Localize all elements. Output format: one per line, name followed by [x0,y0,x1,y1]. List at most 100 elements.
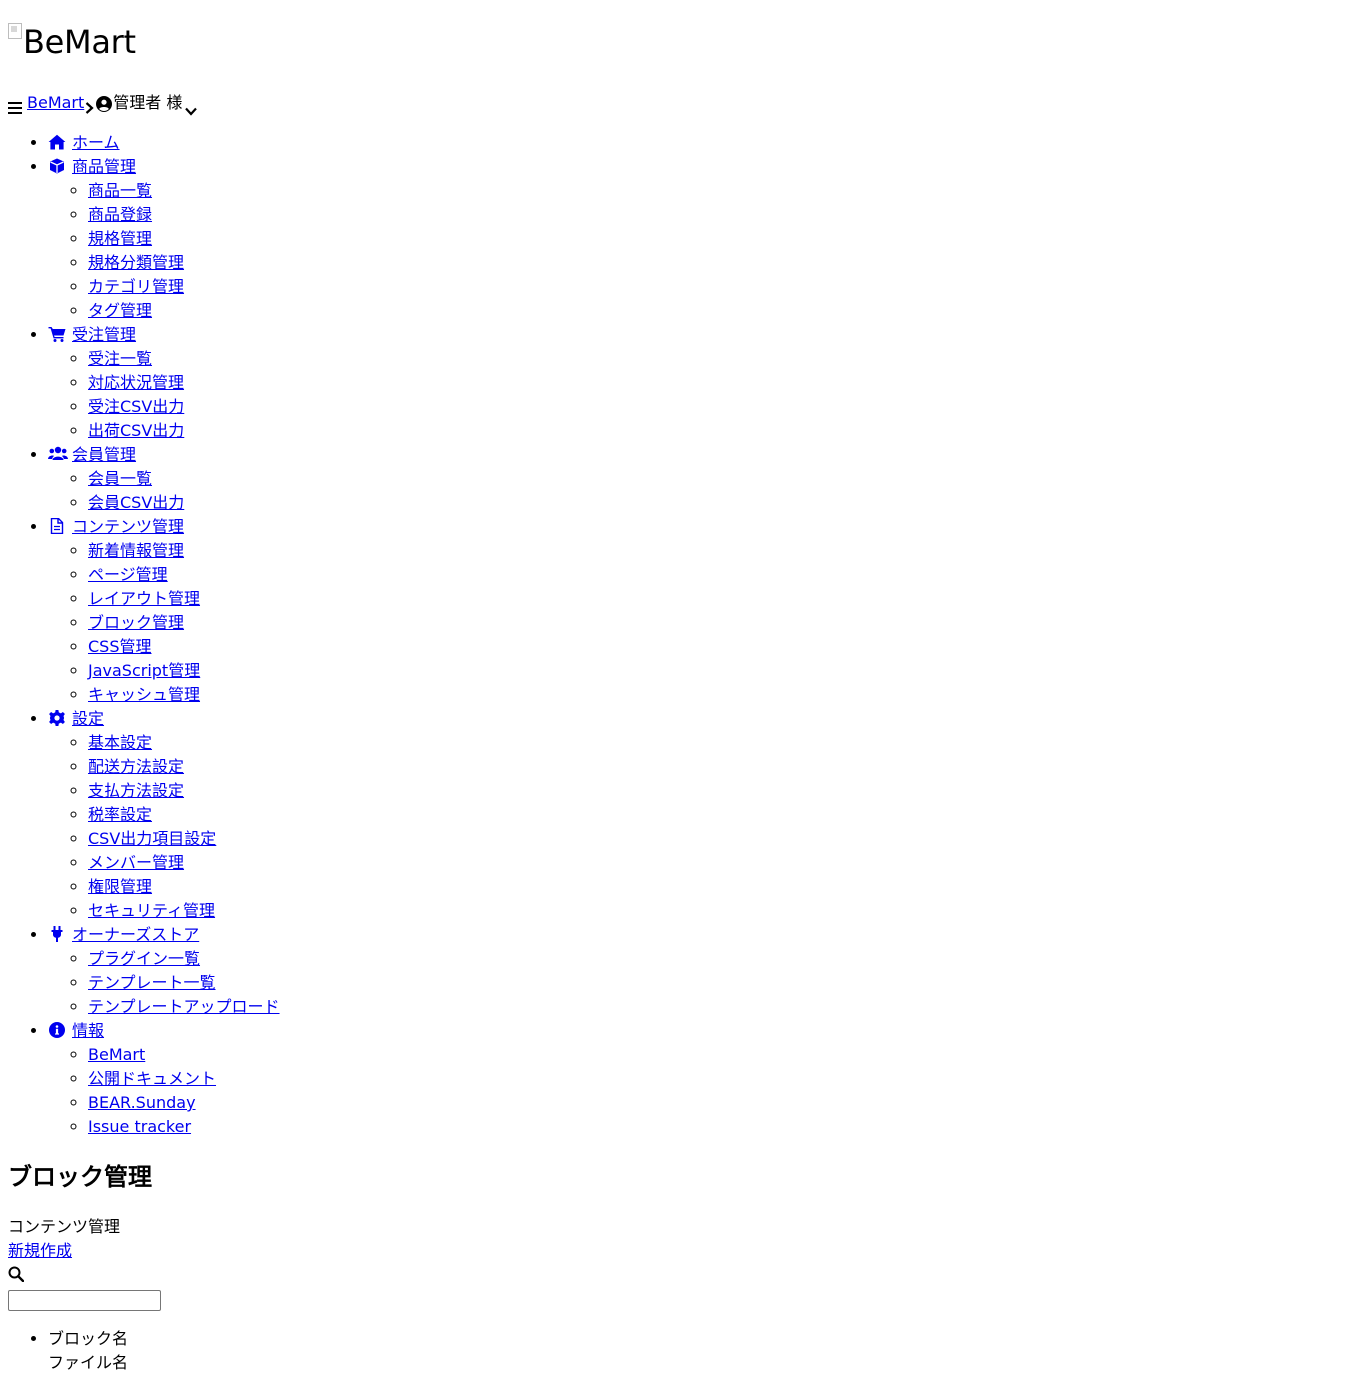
search-input[interactable] [8,1290,161,1311]
sidebar-item-label: ホーム [72,133,120,152]
sidebar-subitem-6-1[interactable]: テンプレート一覧 [88,973,216,992]
sidebar-subitem-5-5[interactable]: メンバー管理 [88,853,184,872]
sidebar-subitem-6-2[interactable]: テンプレートアップロード [88,997,280,1016]
sidebar-subitem-5-1[interactable]: 配送方法設定 [88,757,184,776]
sidebar-item-4[interactable]: コンテンツ管理 [48,517,184,536]
sidebar-subitem-4-2[interactable]: レイアウト管理 [88,589,200,608]
sidebar-nav: ホーム商品管理商品一覧商品登録規格管理規格分類管理カテゴリ管理タグ管理受注管理受… [8,131,448,1139]
list-item: 規格分類管理 [88,251,448,275]
chevron-down-icon[interactable] [185,99,198,116]
sidebar-subitem-3-1[interactable]: 会員CSV出力 [88,493,184,512]
cart-icon [48,325,66,342]
sidebar-subitem-5-0[interactable]: 基本設定 [88,733,152,752]
file-icon [48,517,66,535]
list-item: メンバー管理 [88,851,448,875]
sidebar-subitem-2-1[interactable]: 対応状況管理 [88,373,184,392]
list-item: テンプレートアップロード [88,995,448,1019]
list-item: キャッシュ管理 [88,683,448,707]
page: BeMart BeMart 管理者 様 ホーム商品管理商品一覧商品登録規格管理規… [0,0,1365,1391]
sidebar-item-3[interactable]: 会員管理 [48,445,136,464]
user-circle-icon [96,95,113,112]
sidebar-subitem-7-3[interactable]: Issue tracker [88,1117,191,1136]
breadcrumb-home-link[interactable]: BeMart [27,91,84,115]
logo-alt-text: BeMart [23,23,136,61]
sidebar-item-1[interactable]: 商品管理 [48,157,136,176]
sidebar-group-6: オーナーズストアプラグイン一覧テンプレート一覧テンプレートアップロード [48,923,448,1019]
list-item: ページ管理 [88,563,448,587]
sidebar-submenu: 基本設定配送方法設定支払方法設定税率設定 CSV出力項目設定メンバー管理権限管理セ… [48,731,448,923]
list-item: 新着情報管理 [88,539,448,563]
chevron-right-icon [85,97,94,114]
sidebar-item-7[interactable]: 情報 [48,1021,104,1040]
menu-icon[interactable] [8,97,22,114]
broken-image-icon [8,23,22,39]
sidebar-item-label: 情報 [72,1021,105,1040]
sidebar-item-0[interactable]: ホーム [48,133,120,152]
list-item: 会員CSV出力 [88,491,448,515]
sidebar-subitem-1-1[interactable]: 商品登録 [88,205,152,224]
list-item: 商品登録 [88,203,448,227]
sidebar-item-6[interactable]: オーナーズストア [48,925,199,944]
topbar: BeMart 管理者 様 [8,91,198,116]
sidebar-subitem-7-0[interactable]: BeMart [88,1045,145,1064]
list-item: 税率設定 [88,803,448,827]
list-item: 受注一覧 [88,347,448,371]
list-item: 権限管理 [88,875,448,899]
sidebar-subitem-5-4[interactable]: CSV出力項目設定 [88,829,216,848]
sidebar-subitem-4-1[interactable]: ページ管理 [88,565,168,584]
sidebar-subitem-4-5[interactable]: JavaScript管理 [88,661,200,680]
sidebar-subitem-5-3[interactable]: 税率設定 [88,805,152,824]
sidebar-subitem-7-2[interactable]: BEAR.Sunday [88,1093,196,1112]
sidebar-subitem-2-2[interactable]: 受注CSV出力 [88,397,184,416]
list-item: CSV出力項目設定 [88,827,448,851]
sidebar-subitem-4-3[interactable]: ブロック管理 [88,613,184,632]
logo[interactable]: BeMart [8,22,136,62]
sidebar-subitem-4-4[interactable]: CSS管理 [88,637,152,656]
list-item: レイアウト管理 [88,587,448,611]
search-icon [8,1265,25,1283]
list-item: JavaScript管理 [88,659,448,683]
sidebar-submenu: BeMart 公開ドキュメント BEAR.Sunday Issue tracker [48,1043,448,1139]
sidebar-group-1: 商品管理商品一覧商品登録規格管理規格分類管理カテゴリ管理タグ管理 [48,155,448,323]
sidebar-subitem-3-0[interactable]: 会員一覧 [88,469,152,488]
list-item: 商品一覧 [88,179,448,203]
box-icon [48,157,66,174]
sidebar-subitem-5-6[interactable]: 権限管理 [88,877,152,896]
sidebar-subitem-2-3[interactable]: 出荷CSV出力 [88,421,184,440]
sidebar-subitem-1-4[interactable]: カテゴリ管理 [88,277,184,296]
column-file-name: ファイル名 [48,1353,129,1372]
list-item: BEAR.Sunday [88,1091,448,1115]
list-item: テンプレート一覧 [88,971,448,995]
plug-icon [48,925,66,942]
list-item: 配送方法設定 [88,755,448,779]
sidebar-subitem-1-0[interactable]: 商品一覧 [88,181,152,200]
user-name[interactable]: 管理者 様 [113,91,182,115]
sidebar-subitem-2-0[interactable]: 受注一覧 [88,349,152,368]
sidebar-item-label: 設定 [72,709,105,728]
sidebar-group-4: コンテンツ管理新着情報管理ページ管理レイアウト管理ブロック管理 CSS管理 Java… [48,515,448,707]
sidebar-group-3: 会員管理会員一覧会員CSV出力 [48,443,448,515]
sidebar-submenu: 受注一覧対応状況管理受注CSV出力出荷CSV出力 [48,347,448,443]
sidebar-subitem-6-0[interactable]: プラグイン一覧 [88,949,200,968]
sidebar-subitem-4-0[interactable]: 新着情報管理 [88,541,184,560]
gear-icon [48,709,66,726]
sidebar-subitem-7-1[interactable]: 公開ドキュメント [88,1069,216,1088]
new-create-link[interactable]: 新規作成 [8,1239,72,1263]
sidebar-group-2: 受注管理受注一覧対応状況管理受注CSV出力出荷CSV出力 [48,323,448,443]
list-item: 会員一覧 [88,467,448,491]
sidebar-submenu: 会員一覧会員CSV出力 [48,467,448,515]
sidebar-submenu: 新着情報管理ページ管理レイアウト管理ブロック管理 CSS管理 JavaScript管… [48,539,448,707]
sidebar-subitem-4-6[interactable]: キャッシュ管理 [88,685,200,704]
sidebar-subitem-1-5[interactable]: タグ管理 [88,301,152,320]
sidebar-subitem-1-3[interactable]: 規格分類管理 [88,253,184,272]
sidebar-subitem-1-2[interactable]: 規格管理 [88,229,152,248]
list-item: 対応状況管理 [88,371,448,395]
sidebar-item-2[interactable]: 受注管理 [48,325,136,344]
sidebar-subitem-5-7[interactable]: セキュリティ管理 [88,901,215,920]
list-item: 受注CSV出力 [88,395,448,419]
column-block-name: ブロック名 [48,1329,129,1348]
list-item: CSS管理 [88,635,448,659]
sidebar-item-5[interactable]: 設定 [48,709,104,728]
list-item: 出荷CSV出力 [88,419,448,443]
sidebar-subitem-5-2[interactable]: 支払方法設定 [88,781,184,800]
